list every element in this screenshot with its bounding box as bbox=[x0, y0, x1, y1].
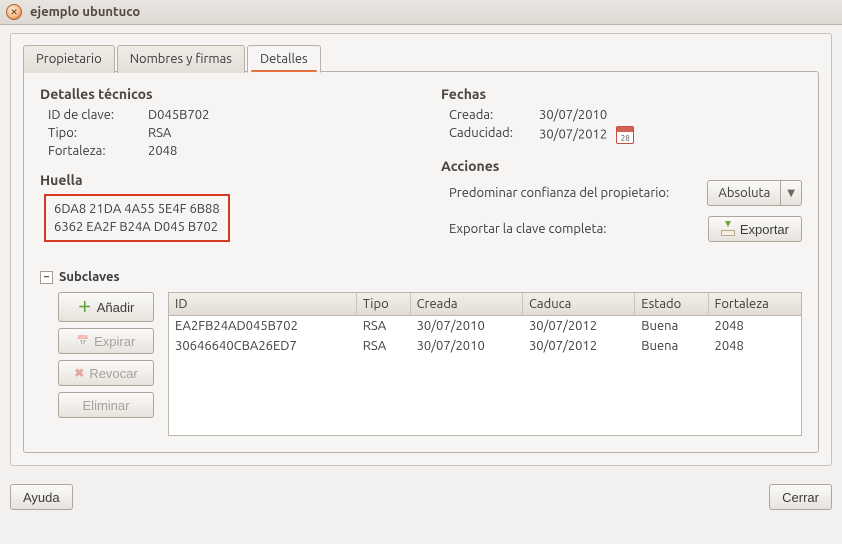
subkey-delete-label: Eliminar bbox=[83, 398, 130, 413]
cell-id: EA2FB24AD045B702 bbox=[169, 316, 356, 337]
dialog-body: Propietario Nombres y firmas Detalles De… bbox=[0, 25, 842, 476]
fingerprint-line1: 6DA8 21DA 4A55 5E4F 6B88 bbox=[54, 200, 220, 218]
plus-icon: ＋ bbox=[78, 297, 92, 317]
window-title: ejemplo ubuntuco bbox=[30, 5, 140, 19]
titlebar: ✕ ejemplo ubuntuco bbox=[0, 0, 842, 25]
close-button[interactable]: Cerrar bbox=[769, 484, 832, 510]
cell-id: 30646640CBA26ED7 bbox=[169, 336, 356, 356]
cell-strength: 2048 bbox=[708, 336, 801, 356]
fingerprint-line2: 6362 EA2F B24A D045 B702 bbox=[54, 218, 220, 236]
key-id-value: D045B702 bbox=[148, 108, 401, 122]
trust-label: Predominar confianza del propietario: bbox=[449, 186, 697, 200]
expires-label: Caducidad: bbox=[449, 126, 539, 144]
expires-row: 30/07/2012 bbox=[539, 126, 802, 144]
export-button-label: Exportar bbox=[740, 222, 789, 237]
calendar-mini-icon: 📅 bbox=[77, 336, 89, 347]
tab-owner[interactable]: Propietario bbox=[23, 45, 115, 73]
col-state[interactable]: Estado bbox=[635, 293, 708, 316]
export-button[interactable]: Exportar bbox=[708, 216, 802, 242]
fingerprint-box: 6DA8 21DA 4A55 5E4F 6B88 6362 EA2F B24A … bbox=[44, 194, 230, 242]
col-created[interactable]: Creada bbox=[410, 293, 522, 316]
cell-strength: 2048 bbox=[708, 316, 801, 337]
tab-panel-details: Detalles técnicos ID de clave: D045B702 … bbox=[23, 71, 819, 453]
chevron-down-icon: ▼ bbox=[780, 181, 801, 205]
subkey-expire-button[interactable]: 📅 Expirar bbox=[58, 328, 154, 354]
dialog-inner: Propietario Nombres y firmas Detalles De… bbox=[10, 33, 832, 466]
subkey-add-button[interactable]: ＋ Añadir bbox=[58, 292, 154, 322]
col-id[interactable]: ID bbox=[169, 293, 356, 316]
key-id-label: ID de clave: bbox=[48, 108, 148, 122]
export-icon bbox=[721, 222, 735, 236]
tab-details[interactable]: Detalles bbox=[247, 45, 321, 73]
subkeys-expander[interactable]: − bbox=[40, 271, 53, 284]
help-button[interactable]: Ayuda bbox=[10, 484, 73, 510]
cell-state: Buena bbox=[635, 316, 708, 337]
subkey-expire-label: Expirar bbox=[94, 334, 135, 349]
strength-label: Fortaleza: bbox=[48, 144, 148, 158]
table-row[interactable]: 30646640CBA26ED7RSA30/07/201030/07/2012B… bbox=[169, 336, 801, 356]
cell-created: 30/07/2010 bbox=[410, 336, 522, 356]
trust-select-value: Absoluta bbox=[708, 181, 780, 205]
calendar-icon[interactable] bbox=[616, 126, 634, 144]
export-label: Exportar la clave completa: bbox=[449, 222, 698, 236]
created-label: Creada: bbox=[449, 108, 539, 122]
tab-bar: Propietario Nombres y firmas Detalles bbox=[23, 44, 819, 72]
dialog-action-bar: Ayuda Cerrar bbox=[0, 476, 842, 520]
table-row[interactable]: EA2FB24AD045B702RSA30/07/201030/07/2012B… bbox=[169, 316, 801, 337]
created-value: 30/07/2010 bbox=[539, 108, 802, 122]
cell-created: 30/07/2010 bbox=[410, 316, 522, 337]
subkey-revoke-label: Revocar bbox=[89, 366, 137, 381]
tab-names[interactable]: Nombres y firmas bbox=[117, 45, 245, 73]
cell-type: RSA bbox=[356, 336, 410, 356]
dates-heading: Fechas bbox=[441, 86, 802, 102]
type-label: Tipo: bbox=[48, 126, 148, 140]
close-icon[interactable]: ✕ bbox=[6, 4, 22, 20]
fingerprint-heading: Huella bbox=[40, 172, 401, 188]
col-expires[interactable]: Caduca bbox=[522, 293, 634, 316]
expires-value: 30/07/2012 bbox=[539, 127, 607, 141]
cell-expires: 30/07/2012 bbox=[522, 316, 634, 337]
col-strength[interactable]: Fortaleza bbox=[708, 293, 801, 316]
tech-heading: Detalles técnicos bbox=[40, 86, 401, 102]
cell-state: Buena bbox=[635, 336, 708, 356]
subkey-delete-button[interactable]: Eliminar bbox=[58, 392, 154, 418]
subkeys-table[interactable]: ID Tipo Creada Caduca Estado Fortaleza E… bbox=[168, 292, 802, 436]
subkeys-heading: Subclaves bbox=[59, 270, 120, 284]
strength-value: 2048 bbox=[148, 144, 401, 158]
col-type[interactable]: Tipo bbox=[356, 293, 410, 316]
subkey-add-label: Añadir bbox=[97, 300, 135, 315]
trust-select[interactable]: Absoluta ▼ bbox=[707, 180, 802, 206]
type-value: RSA bbox=[148, 126, 401, 140]
subkey-revoke-button[interactable]: ✖ Revocar bbox=[58, 360, 154, 386]
actions-heading: Acciones bbox=[441, 158, 802, 174]
x-icon: ✖ bbox=[74, 366, 84, 380]
cell-type: RSA bbox=[356, 316, 410, 337]
cell-expires: 30/07/2012 bbox=[522, 336, 634, 356]
